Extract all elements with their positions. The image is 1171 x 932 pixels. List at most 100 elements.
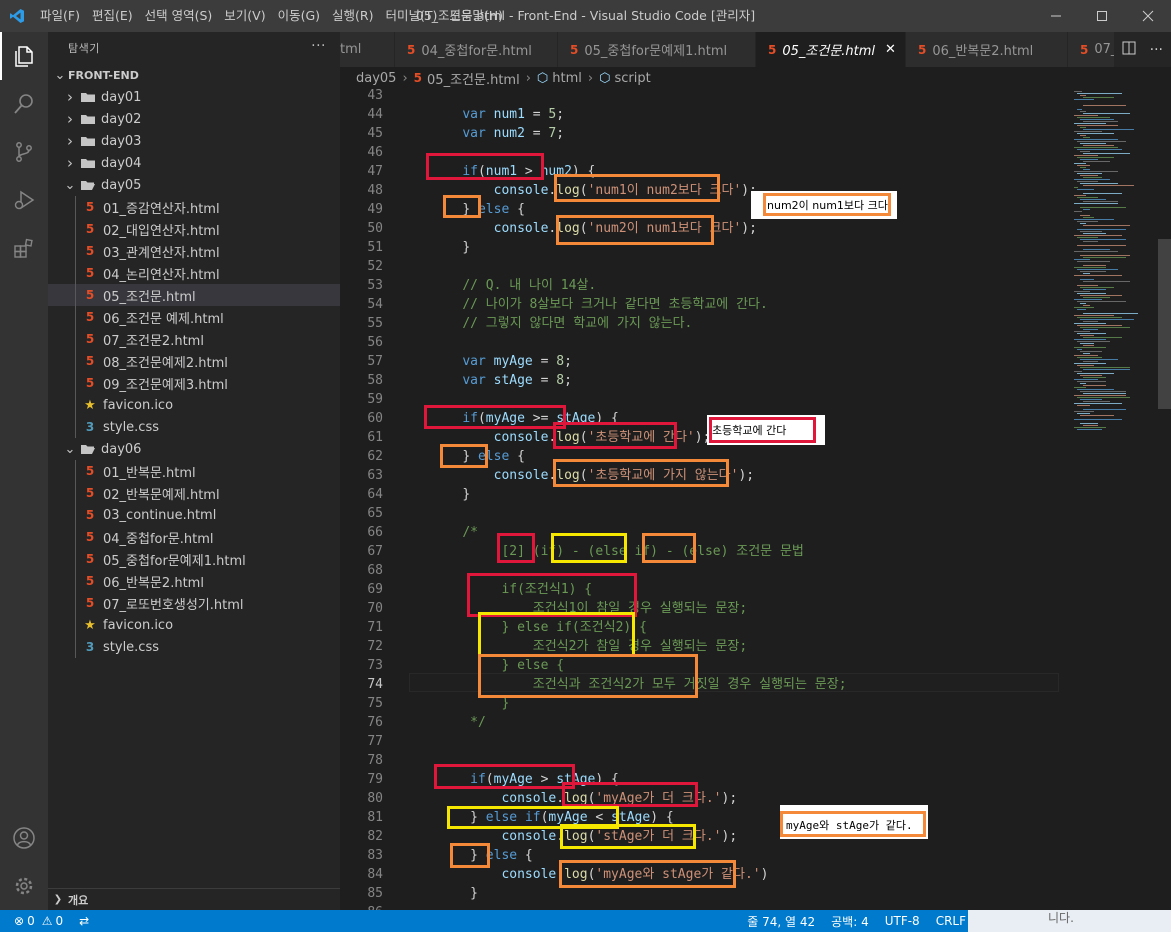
code-line[interactable]: [431, 257, 1060, 276]
code-line[interactable]: var num1 = 5;: [431, 105, 1060, 124]
code-line[interactable]: }: [431, 238, 1060, 257]
code-line[interactable]: [431, 143, 1060, 162]
code-line[interactable]: } else if(조건식2) {: [431, 618, 1060, 637]
code-line[interactable]: [431, 89, 1060, 105]
file-item[interactable]: 5 05_조건문.html: [48, 284, 340, 306]
run-debug-icon[interactable]: [0, 176, 48, 224]
search-icon[interactable]: [0, 80, 48, 128]
code-line[interactable]: 조건식과 조건식2가 모두 거짓일 경우 실행되는 문장;: [431, 675, 1060, 694]
code-line[interactable]: } else {: [431, 656, 1060, 675]
code-line[interactable]: }: [431, 694, 1060, 713]
folder-day02[interactable]: › day02: [48, 108, 340, 130]
code-line[interactable]: */: [431, 713, 1060, 732]
end-of-line[interactable]: CRLF: [936, 914, 966, 928]
code-line[interactable]: } else {: [431, 200, 1060, 219]
menu-run[interactable]: 실행(R): [326, 0, 379, 32]
extensions-icon[interactable]: [0, 224, 48, 272]
code-line[interactable]: [431, 751, 1060, 770]
tab-05-conditional[interactable]: 5 05_조건문.html ✕: [756, 32, 906, 67]
folder-day04[interactable]: › day04: [48, 152, 340, 174]
code-line[interactable]: console.log('num1이 num2보다 크다');: [431, 181, 1060, 200]
file-item[interactable]: 5 08_조건문예제2.html: [48, 350, 340, 372]
file-item[interactable]: 5 02_대입연산자.html: [48, 218, 340, 240]
file-item[interactable]: 5 04_중첩for문.html: [48, 526, 340, 548]
code-line[interactable]: }: [431, 884, 1060, 903]
file-item[interactable]: 5 04_논리연산자.html: [48, 262, 340, 284]
more-actions-icon[interactable]: ···: [311, 38, 326, 54]
file-item[interactable]: 5 02_반복문예제.html: [48, 482, 340, 504]
code-line[interactable]: console.log('myAge와 stAge가 같다.'): [431, 865, 1060, 884]
indentation[interactable]: 공백: 4: [831, 913, 869, 930]
file-item[interactable]: 5 01_증감연산자.html: [48, 196, 340, 218]
code-line[interactable]: } else {: [431, 846, 1060, 865]
code-editor[interactable]: 43 44 45 46 47 48 49 50 51 52 53 54 55 56 57 58 59 60 61 62…: [340, 89, 1060, 910]
code-line[interactable]: if(num1 > num2) {: [431, 162, 1060, 181]
code-content[interactable]: var num1 = 5; var num2 = 7; if(num1 > nu…: [431, 89, 1060, 907]
breadcrumb-html[interactable]: html: [552, 71, 582, 86]
menu-go[interactable]: 이동(G): [272, 0, 326, 32]
file-item[interactable]: 5 07_조건문2.html: [48, 328, 340, 350]
code-line[interactable]: var stAge = 8;: [431, 371, 1060, 390]
code-line[interactable]: }: [431, 485, 1060, 504]
breadcrumb-folder[interactable]: day05: [356, 71, 396, 86]
code-line[interactable]: } else if(myAge < stAge) {: [431, 808, 1060, 827]
live-share-icon[interactable]: ⇄: [79, 914, 89, 928]
code-line[interactable]: if(myAge > stAge) {: [431, 770, 1060, 789]
file-item[interactable]: 5 05_중첩for문예제1.html: [48, 548, 340, 570]
breadcrumb-file[interactable]: 05_조건문.html: [427, 69, 520, 88]
source-control-icon[interactable]: [0, 128, 48, 176]
file-item[interactable]: 5 01_반복문.html: [48, 460, 340, 482]
folder-day06[interactable]: ⌄ day06: [48, 438, 340, 460]
close-tab-icon[interactable]: ✕: [885, 42, 896, 57]
tab-06-loop2[interactable]: 5 06_반복문2.html: [906, 32, 1068, 67]
file-item[interactable]: ★ favicon.ico: [48, 614, 340, 636]
menu-edit[interactable]: 편집(E): [86, 0, 139, 32]
scrollbar-thumb[interactable]: [1158, 239, 1171, 409]
menu-view[interactable]: 보기(V): [218, 0, 271, 32]
more-actions-icon[interactable]: ···: [1150, 42, 1163, 58]
accounts-icon[interactable]: [0, 814, 48, 862]
file-item[interactable]: ★ favicon.ico: [48, 394, 340, 416]
code-line[interactable]: /*: [431, 523, 1060, 542]
code-line[interactable]: var num2 = 7;: [431, 124, 1060, 143]
tab-partial[interactable]: tml: [340, 32, 395, 67]
file-item[interactable]: 5 06_반복문2.html: [48, 570, 340, 592]
code-line[interactable]: if(조건식1) {: [431, 580, 1060, 599]
code-line[interactable]: console.log('num2이 num1보다 크다');: [431, 219, 1060, 238]
code-line[interactable]: // Q. 내 나이 14살.: [431, 276, 1060, 295]
code-line[interactable]: var myAge = 8;: [431, 352, 1060, 371]
folder-front-end[interactable]: ⌄ FRONT-END: [48, 64, 340, 86]
file-item[interactable]: 3 style.css: [48, 416, 340, 438]
code-line[interactable]: console.log('초등학교에 가지 않는다');: [431, 466, 1060, 485]
tab-05-nested-for-example[interactable]: 5 05_중첩for문예제1.html: [558, 32, 756, 67]
code-line[interactable]: [431, 390, 1060, 409]
gear-icon[interactable]: [0, 862, 48, 910]
code-line[interactable]: [431, 504, 1060, 523]
cursor-position[interactable]: 줄 74, 열 42: [747, 913, 815, 930]
maximize-icon[interactable]: [1079, 0, 1125, 32]
file-item[interactable]: 5 09_조건문예제3.html: [48, 372, 340, 394]
code-line[interactable]: [2] (if) - (else if) - (else) 조건문 문법: [431, 542, 1060, 561]
folder-day01[interactable]: › day01: [48, 86, 340, 108]
code-line[interactable]: } else {: [431, 447, 1060, 466]
minimize-icon[interactable]: [1033, 0, 1079, 32]
code-line[interactable]: 조건식1이 참일 경우 실행되는 문장;: [431, 599, 1060, 618]
file-item[interactable]: 5 06_조건문 예제.html: [48, 306, 340, 328]
vertical-scrollbar[interactable]: [1158, 89, 1171, 910]
code-line[interactable]: [431, 333, 1060, 352]
split-editor-icon[interactable]: [1122, 40, 1136, 59]
file-item[interactable]: 5 03_관계연산자.html: [48, 240, 340, 262]
code-line[interactable]: [431, 732, 1060, 751]
breadcrumb-script[interactable]: script: [614, 71, 650, 86]
code-line[interactable]: console.log('myAge가 더 크다.');: [431, 789, 1060, 808]
menu-help[interactable]: 도움말(H): [443, 0, 509, 32]
close-window-icon[interactable]: [1125, 0, 1171, 32]
problems-indicator[interactable]: ⊗ 0 ⚠ 0: [14, 914, 63, 928]
code-line[interactable]: 조건식2가 참일 경우 실행되는 문장;: [431, 637, 1060, 656]
file-item[interactable]: 5 07_로또번호생성기.html: [48, 592, 340, 614]
code-line[interactable]: console.log('stAge가 더 크다.');: [431, 827, 1060, 846]
menu-terminal[interactable]: 터미널(T): [380, 0, 444, 32]
code-line[interactable]: [431, 561, 1060, 580]
tab-04-nested-for[interactable]: 5 04_중첩for문.html: [395, 32, 558, 67]
code-line[interactable]: // 그렇지 않다면 학교에 가지 않는다.: [431, 314, 1060, 333]
